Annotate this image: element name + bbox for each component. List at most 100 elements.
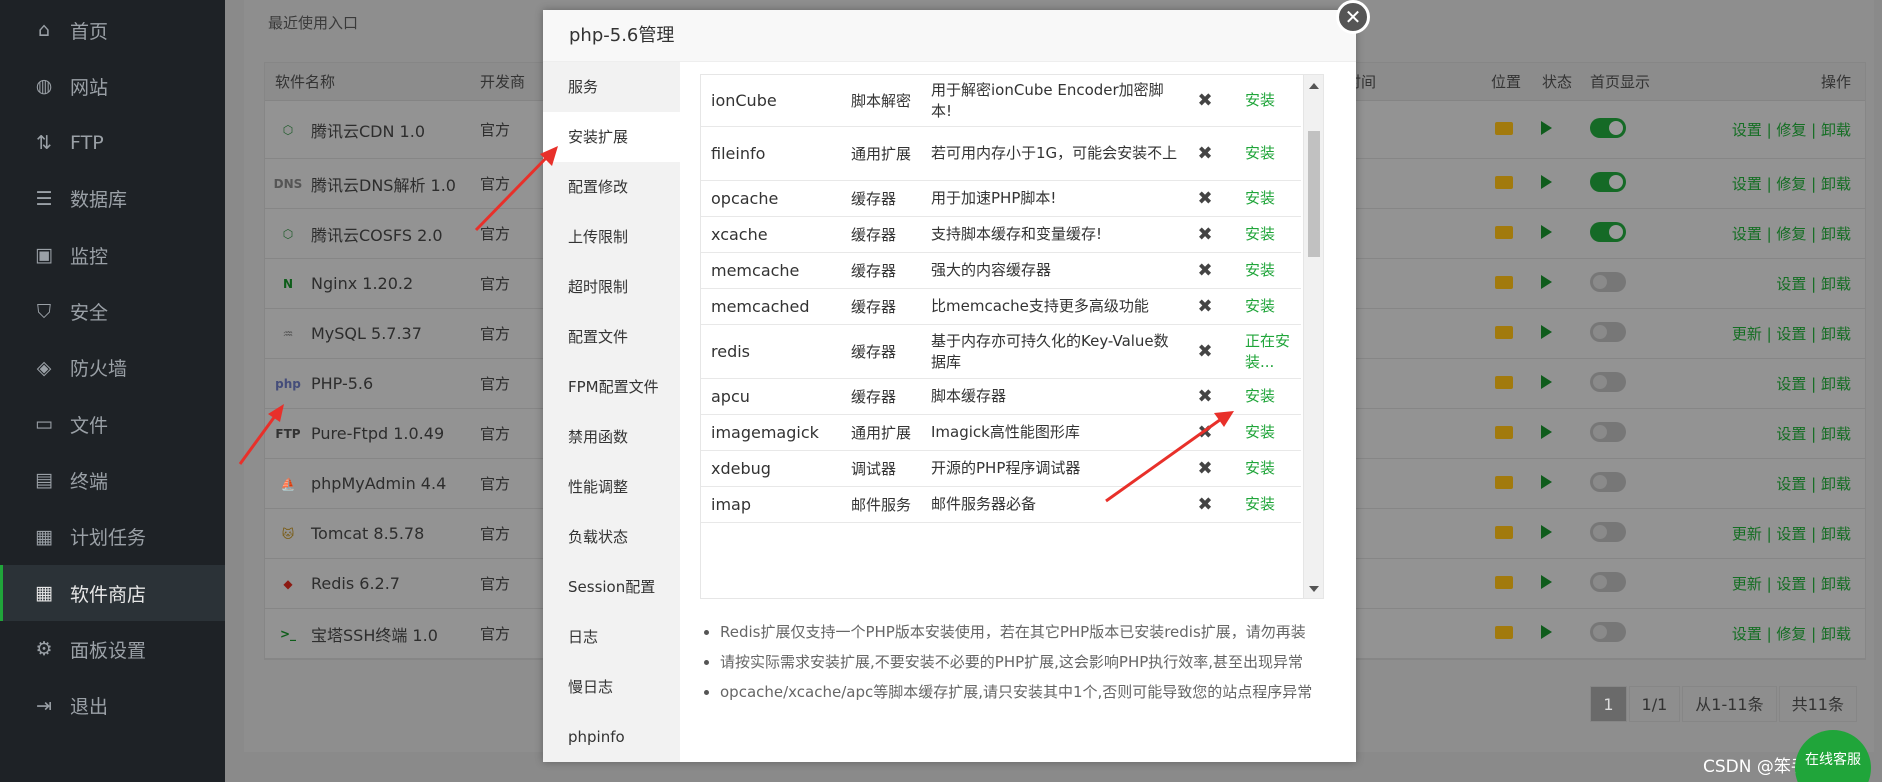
home-display-toggle[interactable] xyxy=(1590,171,1626,196)
modal-nav-item[interactable]: 超时限制 xyxy=(543,262,680,312)
extension-name: opcache xyxy=(711,189,779,208)
sidebar-item-8[interactable]: ▭ 文件 xyxy=(0,396,225,452)
sidebar-item-label: 安全 xyxy=(70,302,109,324)
modal-nav-item[interactable]: FPM配置文件 xyxy=(543,362,680,412)
modal-nav-item[interactable]: 配置文件 xyxy=(543,312,680,362)
modal-nav-item[interactable]: phpinfo xyxy=(543,712,680,762)
extension-type: 缓存器 xyxy=(851,298,897,316)
home-display-toggle[interactable] xyxy=(1590,571,1626,596)
modal-nav-item[interactable]: 慢日志 xyxy=(543,662,680,712)
install-button[interactable]: 安装 xyxy=(1229,260,1301,281)
scrollbar[interactable] xyxy=(1303,75,1323,598)
play-icon[interactable] xyxy=(1541,424,1552,443)
row-operations[interactable]: 设置 | 修复 | 卸载 xyxy=(1732,223,1851,244)
row-operations[interactable]: 设置 | 修复 | 卸载 xyxy=(1732,119,1851,140)
sidebar-item-5[interactable]: ▣ 监控 xyxy=(0,227,225,283)
sidebar-item-2[interactable]: ◍ 网站 xyxy=(0,58,225,114)
home-display-toggle[interactable] xyxy=(1590,371,1626,396)
software-name: N Nginx 1.20.2 xyxy=(275,271,413,297)
modal-nav-item[interactable]: Session配置 xyxy=(543,562,680,612)
extension-desc: 用于解密ionCube Encoder加密脚本! xyxy=(931,80,1164,120)
row-operations[interactable]: 设置 | 卸载 xyxy=(1776,373,1851,394)
modal-nav-item[interactable]: 禁用函数 xyxy=(543,412,680,462)
play-icon[interactable] xyxy=(1541,474,1552,493)
play-icon[interactable] xyxy=(1541,624,1552,643)
install-button[interactable]: 正在安装... xyxy=(1229,331,1301,373)
sidebar-item-10[interactable]: ▦ 计划任务 xyxy=(0,509,225,565)
folder-icon[interactable] xyxy=(1495,325,1513,343)
install-button[interactable]: 安装 xyxy=(1229,224,1301,245)
play-icon[interactable] xyxy=(1541,120,1552,139)
folder-icon[interactable] xyxy=(1495,375,1513,393)
folder-icon[interactable] xyxy=(1495,225,1513,243)
sidebar-item-7[interactable]: ◈ 防火墙 xyxy=(0,340,225,396)
scroll-up-icon[interactable] xyxy=(1309,83,1319,89)
cosfs-icon: ⬡ xyxy=(282,226,294,241)
row-operations[interactable]: 设置 | 卸载 xyxy=(1776,273,1851,294)
play-icon[interactable] xyxy=(1541,524,1552,543)
not-installed-icon: ✖ xyxy=(1197,90,1213,111)
row-operations[interactable]: 更新 | 设置 | 卸载 xyxy=(1732,573,1851,594)
sidebar-item-12[interactable]: ⚙ 面板设置 xyxy=(0,621,225,677)
home-display-toggle[interactable] xyxy=(1590,221,1626,246)
sidebar-item-label: 面板设置 xyxy=(70,639,147,662)
sidebar-item-9[interactable]: ▤ 终端 xyxy=(0,452,225,508)
software-name-label: Nginx 1.20.2 xyxy=(311,274,414,293)
sidebar-item-1[interactable]: ⌂ 首页 xyxy=(0,2,225,58)
developer: 官方 xyxy=(480,575,511,593)
play-icon[interactable] xyxy=(1541,174,1552,193)
modal-nav-item[interactable]: 负载状态 xyxy=(543,512,680,562)
sidebar-item-13[interactable]: ⇥ 退出 xyxy=(0,678,225,734)
modal-nav-item[interactable]: 服务 xyxy=(543,62,680,112)
play-icon[interactable] xyxy=(1541,224,1552,243)
extension-name: memcached xyxy=(711,297,810,316)
sidebar-item-label: 数据库 xyxy=(70,189,128,212)
install-button[interactable]: 安装 xyxy=(1229,90,1301,111)
install-button[interactable]: 安装 xyxy=(1229,188,1301,209)
install-button[interactable]: 安装 xyxy=(1229,296,1301,317)
folder-icon[interactable] xyxy=(1495,425,1513,443)
row-operations[interactable]: 更新 | 设置 | 卸载 xyxy=(1732,323,1851,344)
folder-icon[interactable] xyxy=(1495,525,1513,543)
software-name-label: Redis 6.2.7 xyxy=(311,574,400,593)
home-display-toggle[interactable] xyxy=(1590,321,1626,346)
play-icon[interactable] xyxy=(1541,374,1552,393)
home-display-toggle[interactable] xyxy=(1590,271,1626,296)
folder-icon[interactable] xyxy=(1495,275,1513,293)
folder-icon[interactable] xyxy=(1495,575,1513,593)
row-operations[interactable]: 设置 | 修复 | 卸载 xyxy=(1732,623,1851,644)
folder-icon[interactable] xyxy=(1495,625,1513,643)
extension-row: memcache 缓存器 强大的内容缓存器 ✖ 安装 xyxy=(701,253,1301,289)
home-display-toggle[interactable] xyxy=(1590,521,1626,546)
install-button[interactable]: 安装 xyxy=(1229,386,1301,407)
row-operations[interactable]: 更新 | 设置 | 卸载 xyxy=(1732,523,1851,544)
sidebar-item-label: 计划任务 xyxy=(70,527,147,550)
scroll-down-icon[interactable] xyxy=(1309,586,1319,592)
row-operations[interactable]: 设置 | 修复 | 卸载 xyxy=(1732,173,1851,194)
extension-row: ionCube 脚本解密 用于解密ionCube Encoder加密脚本! ✖ 安装 xyxy=(701,75,1301,127)
home-display-toggle[interactable] xyxy=(1590,117,1626,142)
sidebar-item-3[interactable]: ⇅ FTP xyxy=(0,115,225,171)
close-button[interactable]: ✕ xyxy=(1336,0,1370,34)
sidebar-item-6[interactable]: ⛉ 安全 xyxy=(0,284,225,340)
developer: 官方 xyxy=(480,275,511,293)
modal-nav-item[interactable]: 日志 xyxy=(543,612,680,662)
extension-list[interactable]: ionCube 脚本解密 用于解密ionCube Encoder加密脚本! ✖ 安装 fi… xyxy=(700,74,1324,599)
install-button[interactable]: 安装 xyxy=(1229,143,1301,164)
sidebar-item-4[interactable]: ☰ 数据库 xyxy=(0,171,225,227)
folder-icon[interactable] xyxy=(1495,475,1513,493)
home-display-toggle[interactable] xyxy=(1590,471,1626,496)
play-icon[interactable] xyxy=(1541,324,1552,343)
row-operations[interactable]: 设置 | 卸载 xyxy=(1776,423,1851,444)
play-icon[interactable] xyxy=(1541,574,1552,593)
play-icon[interactable] xyxy=(1541,274,1552,293)
home-display-toggle[interactable] xyxy=(1590,421,1626,446)
folder-icon[interactable] xyxy=(1495,121,1513,139)
scroll-thumb[interactable] xyxy=(1308,131,1320,257)
folder-icon[interactable] xyxy=(1495,175,1513,193)
home-display-toggle[interactable] xyxy=(1590,621,1626,646)
page-current[interactable]: 1 xyxy=(1590,686,1627,722)
modal-nav-item[interactable]: 性能调整 xyxy=(543,462,680,512)
sidebar-item-11[interactable]: ▦ 软件商店 xyxy=(0,565,225,621)
row-operations[interactable]: 设置 | 卸载 xyxy=(1776,473,1851,494)
